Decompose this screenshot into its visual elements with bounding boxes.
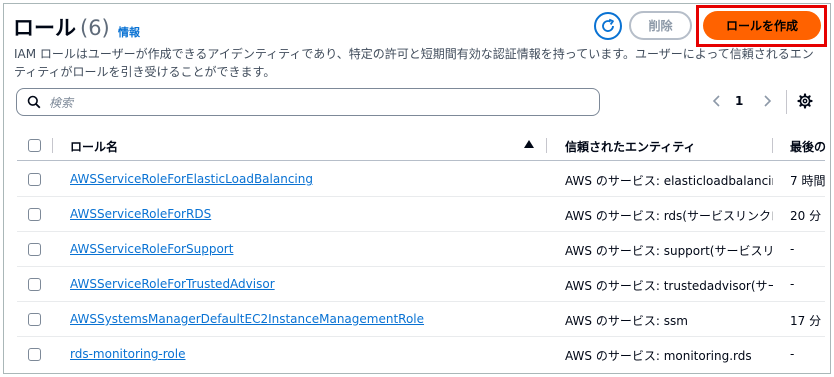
last-activity: 20 分 [790,209,822,223]
pager-divider [786,90,787,114]
row-checkbox[interactable] [28,208,41,221]
search-icon [27,95,41,109]
page-description: IAM ロールはユーザーが作成できるアイデンティティであり、特定の許可と短期間有… [14,47,814,79]
search-box[interactable] [16,88,600,116]
trusted-entity: AWS のサービス: monitoring.rds [565,349,752,363]
row-checkbox[interactable] [28,313,41,326]
table-row: AWSServiceRoleForTrustedAdvisor AWS のサービ… [0,267,834,302]
trusted-entity: AWS のサービス: trustedadvisor(サービスリンクロール) [565,279,773,293]
current-page[interactable]: 1 [735,94,743,108]
table-row: AWSSystemsManagerDefaultEC2InstanceManag… [0,302,834,337]
role-name-link[interactable]: AWSServiceRoleForSupport [70,242,233,256]
role-name-link[interactable]: AWSSystemsManagerDefaultEC2InstanceManag… [70,312,424,326]
table-row: AWSServiceRoleForElasticLoadBalancing AW… [0,162,834,197]
row-checkbox[interactable] [28,278,41,291]
role-name-link[interactable]: rds-monitoring-role [70,347,186,361]
table-row: AWSServiceRoleForSupport AWS のサービス: supp… [0,232,834,267]
chevron-right-icon[interactable] [762,94,772,108]
last-activity: - [790,277,795,291]
last-activity: 17 分 [790,314,822,328]
row-checkbox[interactable] [28,173,41,186]
title-text: ロール [13,16,76,40]
header-divider [17,160,825,161]
role-count: (6) [80,16,110,40]
sort-ascending-icon[interactable] [524,140,534,148]
column-divider [52,138,53,153]
role-name-link[interactable]: AWSServiceRoleForElasticLoadBalancing [70,172,313,186]
row-checkbox[interactable] [28,243,41,256]
trusted-entity: AWS のサービス: support(サービスリンクロール) [565,244,773,258]
trusted-entity: AWS のサービス: elasticloadbalancing [565,174,773,188]
trusted-entity: AWS のサービス: ssm [565,314,688,328]
delete-button[interactable]: 削除 [629,11,692,40]
table-row: rds-monitoring-role AWS のサービス: monitorin… [0,337,834,372]
column-header-last-activity[interactable]: 最後の [790,138,826,155]
gear-icon[interactable] [797,93,813,109]
column-divider [772,138,773,153]
refresh-button[interactable] [594,12,622,40]
page-title: ロール (6) [13,12,110,42]
column-divider [546,138,547,153]
chevron-left-icon[interactable] [712,94,722,108]
row-checkbox[interactable] [28,348,41,361]
role-name-link[interactable]: AWSServiceRoleForTrustedAdvisor [70,277,275,291]
refresh-icon [602,18,614,32]
trusted-entity: AWS のサービス: rds(サービスリンクロール) [565,209,773,223]
create-role-button[interactable]: ロールを作成 [703,11,821,40]
column-header-role-name[interactable]: ロール名 [70,138,118,155]
select-all-checkbox[interactable] [28,139,41,152]
info-link[interactable]: 情報 [118,24,140,40]
search-input[interactable] [47,93,591,113]
last-activity: - [790,242,795,256]
last-activity: - [790,347,795,361]
column-header-trusted-entity[interactable]: 信頼されたエンティティ [565,138,696,155]
last-activity: 7 時間 [790,174,826,188]
role-name-link[interactable]: AWSServiceRoleForRDS [70,207,211,221]
table-header: ロール名 信頼されたエンティティ 最後の [0,133,834,157]
table-row: AWSServiceRoleForRDS AWS のサービス: rds(サービス… [0,197,834,232]
